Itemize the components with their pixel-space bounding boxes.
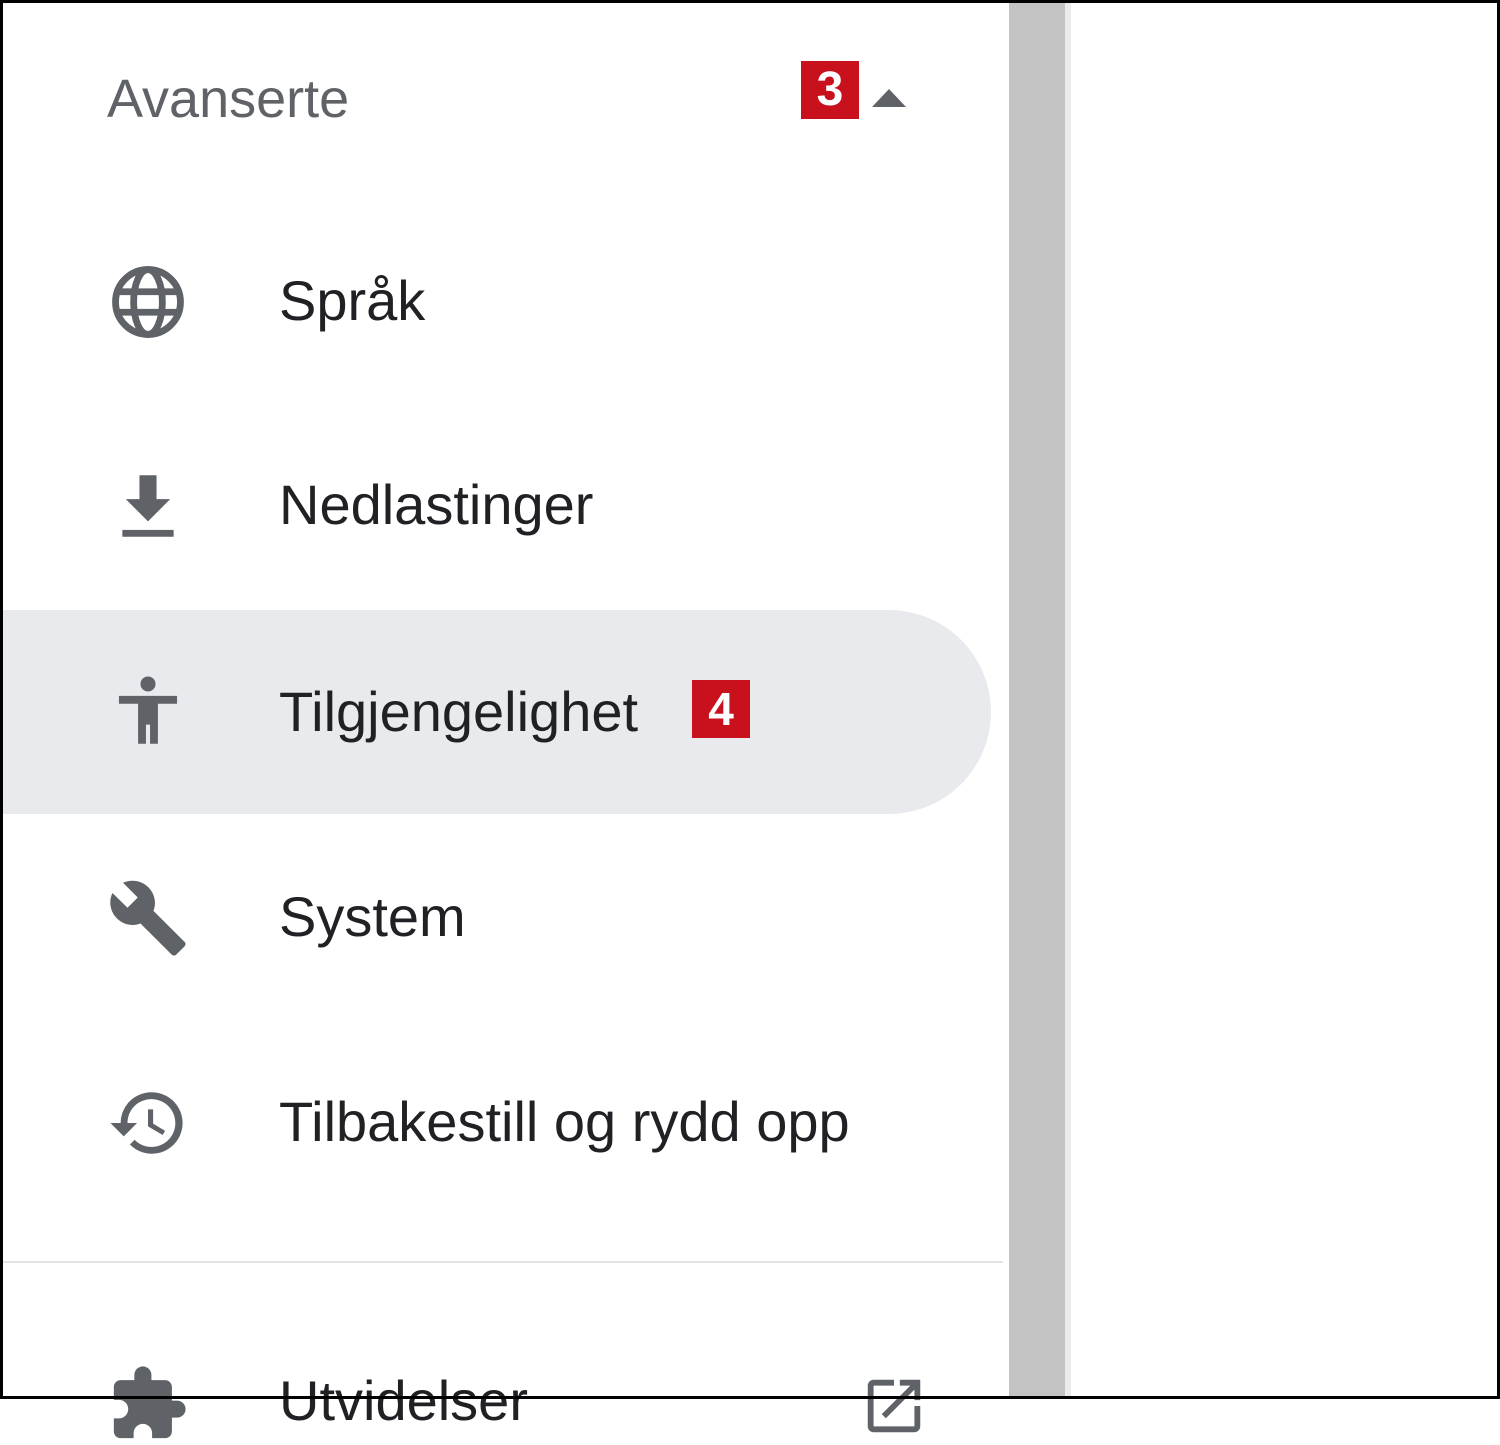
sidebar-item-label: Tilgjengelighet — [279, 680, 639, 743]
sidebar-item-label: Språk — [279, 269, 426, 332]
wrench-icon — [110, 880, 186, 956]
sidebar-item-system[interactable]: System — [3, 815, 991, 1019]
sidebar-item-label: System — [279, 885, 466, 948]
caret-up-icon[interactable] — [869, 85, 909, 109]
annotation-badge: 3 — [801, 61, 859, 119]
sidebar-item-label: Tilbakestill og rydd opp — [279, 1090, 850, 1153]
section-title: Avanserte — [107, 69, 350, 129]
advanced-section-header[interactable]: Avanserte 3 — [3, 39, 1003, 159]
globe-icon — [112, 266, 184, 338]
sidebar-item-downloads[interactable]: Nedlastinger — [3, 403, 991, 607]
sidebar-item-extensions[interactable]: Utvidelser — [3, 1303, 1003, 1439]
sidebar-item-reset[interactable]: Tilbakestill og rydd opp — [3, 1020, 991, 1224]
accessibility-icon — [118, 676, 178, 744]
open-in-new-icon[interactable] — [859, 1371, 929, 1441]
sidebar-item-accessibility[interactable]: Tilgjengelighet 4 — [3, 610, 991, 814]
sidebar-item-language[interactable]: Språk — [3, 199, 991, 403]
vertical-scrollbar[interactable] — [1009, 3, 1065, 1396]
settings-content-area — [1071, 3, 1497, 1396]
puzzle-icon — [113, 1366, 186, 1439]
settings-sidebar: Avanserte 3 Språk Nedlastinger Tilgjenge… — [3, 3, 1007, 1439]
sidebar-item-label: Utvidelser — [279, 1369, 528, 1432]
sidebar-item-label: Nedlastinger — [279, 473, 594, 536]
divider — [3, 1261, 1003, 1263]
annotation-badge: 4 — [692, 680, 750, 738]
download-icon — [122, 475, 174, 537]
history-icon — [110, 1092, 183, 1154]
